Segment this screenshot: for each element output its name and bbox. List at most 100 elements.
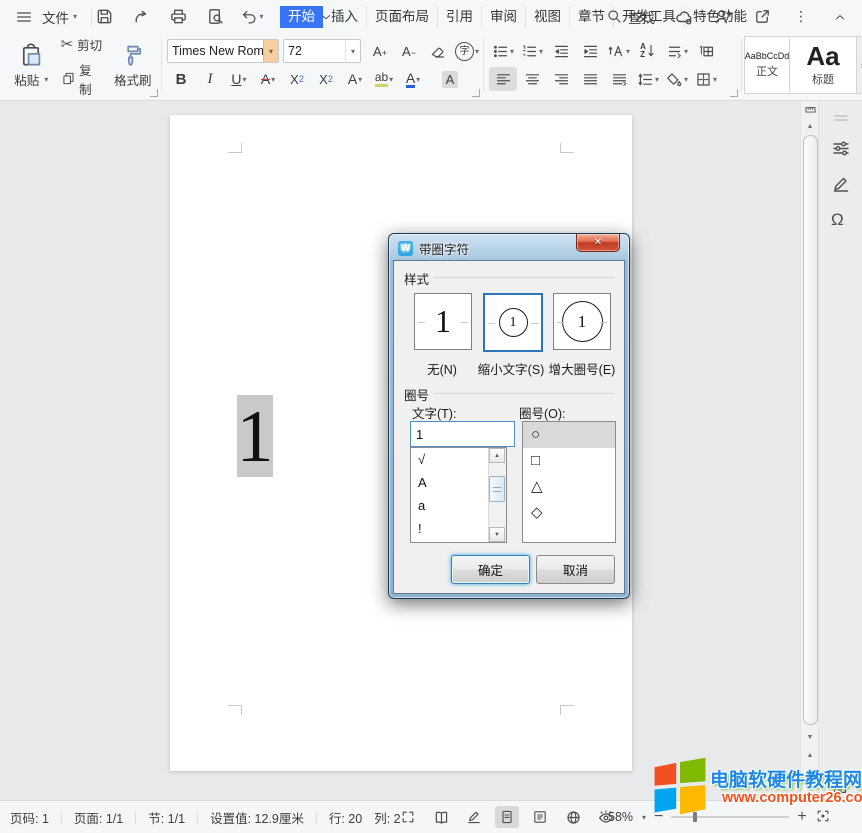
clear-formatting-button[interactable] — [424, 39, 452, 63]
zoom-slider[interactable] — [671, 816, 789, 818]
read-layout-button[interactable] — [429, 806, 453, 828]
circle-option-circle[interactable]: ○ — [523, 422, 615, 448]
align-center-button[interactable] — [518, 67, 546, 91]
print-preview-button[interactable] — [203, 5, 227, 29]
line-spacing-button[interactable]: ▾ — [634, 67, 662, 91]
dialog-close-button[interactable]: ✕ — [576, 234, 620, 252]
highlight-button[interactable]: ab▾ — [370, 67, 398, 91]
text-direction-button[interactable]: ▾ — [605, 39, 633, 63]
scrollbar-thumb[interactable] — [803, 135, 818, 725]
strikethrough-button[interactable]: A▾ — [254, 67, 282, 91]
writing-grid-button[interactable] — [692, 39, 720, 63]
circle-options-list[interactable]: ○ □ △ ◇ — [522, 421, 616, 543]
select-browse-object-button[interactable]: ▫ — [802, 764, 818, 778]
distribute-button[interactable] — [605, 67, 633, 91]
properties-panel-button[interactable] — [831, 138, 851, 158]
circle-option-square[interactable]: □ — [523, 448, 615, 474]
dialog-title-bar[interactable]: W 带圈字符 — [398, 239, 469, 258]
save-button[interactable] — [92, 5, 116, 29]
tab-insert[interactable]: 插入 — [323, 6, 366, 28]
fullscreen-button[interactable] — [396, 806, 420, 828]
tab-references[interactable]: 引用 — [437, 6, 481, 28]
circle-option-triangle[interactable]: △ — [523, 474, 615, 500]
more-options-button[interactable]: ⋮ — [789, 5, 813, 29]
find-button[interactable]: 查找 — [606, 0, 655, 33]
scroll-down-button[interactable]: ▼ — [802, 730, 818, 744]
paragraph-dialog-launcher[interactable] — [730, 89, 738, 97]
align-left-button[interactable] — [489, 67, 517, 91]
bold-button[interactable]: B — [167, 67, 195, 91]
font-name-combo[interactable]: Times New Roma ▾ — [167, 39, 279, 63]
clipboard-dialog-launcher[interactable] — [150, 89, 158, 97]
style-option-none[interactable]: 1 — [414, 293, 472, 350]
superscript-button[interactable]: X2 — [283, 67, 311, 91]
sort-button[interactable]: AZ — [634, 39, 662, 63]
outline-view-button[interactable] — [528, 806, 552, 828]
tab-home[interactable]: 开始 — [280, 6, 323, 28]
zoom-slider-handle[interactable] — [693, 812, 697, 822]
font-name-dropdown[interactable]: ▾ — [263, 40, 278, 62]
numbering-button[interactable]: ▾ — [518, 39, 546, 63]
selected-character[interactable]: 1 — [237, 395, 273, 477]
copy-button[interactable]: 复制 — [61, 60, 104, 98]
ruler-toggle-button[interactable] — [802, 102, 818, 116]
circle-option-diamond[interactable]: ◇ — [523, 500, 615, 526]
tab-page-layout[interactable]: 页面布局 — [366, 6, 437, 28]
character-shading-button[interactable]: A — [436, 67, 464, 91]
print-button[interactable] — [166, 5, 190, 29]
export-button[interactable] — [129, 5, 153, 29]
file-menu[interactable]: 文件 ▾ — [42, 7, 77, 27]
write-mode-button[interactable] — [462, 806, 486, 828]
paste-button[interactable]: 粘贴▾ — [6, 36, 57, 96]
style-option-enlarge-circle[interactable]: 1 — [553, 293, 611, 350]
shading-button[interactable]: ▾ — [663, 67, 691, 91]
style-normal[interactable]: AaBbCcDd 正文 — [744, 36, 790, 94]
boards-button[interactable] — [831, 778, 851, 798]
underline-button[interactable]: U▾ — [225, 67, 253, 91]
web-layout-button[interactable] — [561, 806, 585, 828]
previous-page-button[interactable]: ▲ — [802, 748, 818, 762]
decrease-indent-button[interactable] — [547, 39, 575, 63]
ink-panel-button[interactable] — [831, 174, 851, 194]
circle-text-input[interactable] — [410, 421, 515, 447]
paragraph-spacing-button[interactable]: ▾ — [663, 39, 691, 63]
collapse-ribbon-button[interactable] — [828, 5, 852, 29]
zoom-in-button[interactable]: + — [797, 812, 806, 822]
share-button[interactable] — [750, 5, 774, 29]
list-scrollbar-thumb[interactable] — [489, 476, 505, 502]
style-option-shrink-text[interactable]: 1 — [483, 293, 543, 352]
ok-button[interactable]: 确定 — [451, 555, 530, 584]
tab-view[interactable]: 视图 — [525, 6, 569, 28]
enclose-characters-button[interactable]: 字 ▾ — [453, 39, 481, 63]
cancel-button[interactable]: 取消 — [536, 555, 615, 584]
justify-button[interactable] — [576, 67, 604, 91]
scroll-up-button[interactable]: ▲ — [802, 119, 818, 133]
italic-button[interactable]: I — [196, 67, 224, 91]
page-view-button[interactable] — [495, 806, 519, 828]
bullets-button[interactable]: ▾ — [489, 39, 517, 63]
symbols-panel-button[interactable]: Ω — [831, 210, 851, 230]
font-size-combo[interactable]: 72 ▾ — [283, 39, 361, 63]
list-scrollbar[interactable]: ▲ ▼ — [488, 448, 506, 542]
zoom-level[interactable]: 58% — [608, 810, 633, 824]
list-scroll-down-button[interactable]: ▼ — [489, 527, 505, 542]
panel-drag-handle[interactable] — [831, 108, 851, 128]
font-dialog-launcher[interactable] — [472, 89, 480, 97]
list-scroll-up-button[interactable]: ▲ — [489, 448, 505, 463]
undo-button[interactable]: ▾ — [240, 5, 264, 29]
font-size-dropdown[interactable]: ▾ — [345, 40, 360, 62]
hamburger-menu-button[interactable] — [12, 5, 36, 29]
borders-button[interactable]: ▾ — [692, 67, 720, 91]
zoom-out-button[interactable]: − — [654, 812, 663, 822]
style-heading[interactable]: Aa 标题 — [790, 36, 857, 94]
format-painter-button[interactable]: 格式刷 — [107, 36, 158, 96]
align-right-button[interactable] — [547, 67, 575, 91]
share-user-button[interactable] — [711, 5, 735, 29]
text-effects-button[interactable]: A▾ — [341, 67, 369, 91]
increase-indent-button[interactable] — [576, 39, 604, 63]
font-color-button[interactable]: A▾ — [399, 67, 427, 91]
tab-review[interactable]: 审阅 — [481, 6, 525, 28]
zoom-dropdown-icon[interactable]: ▾ — [642, 813, 646, 822]
cloud-sync-button[interactable] — [672, 5, 696, 29]
fit-page-button[interactable] — [815, 808, 831, 827]
